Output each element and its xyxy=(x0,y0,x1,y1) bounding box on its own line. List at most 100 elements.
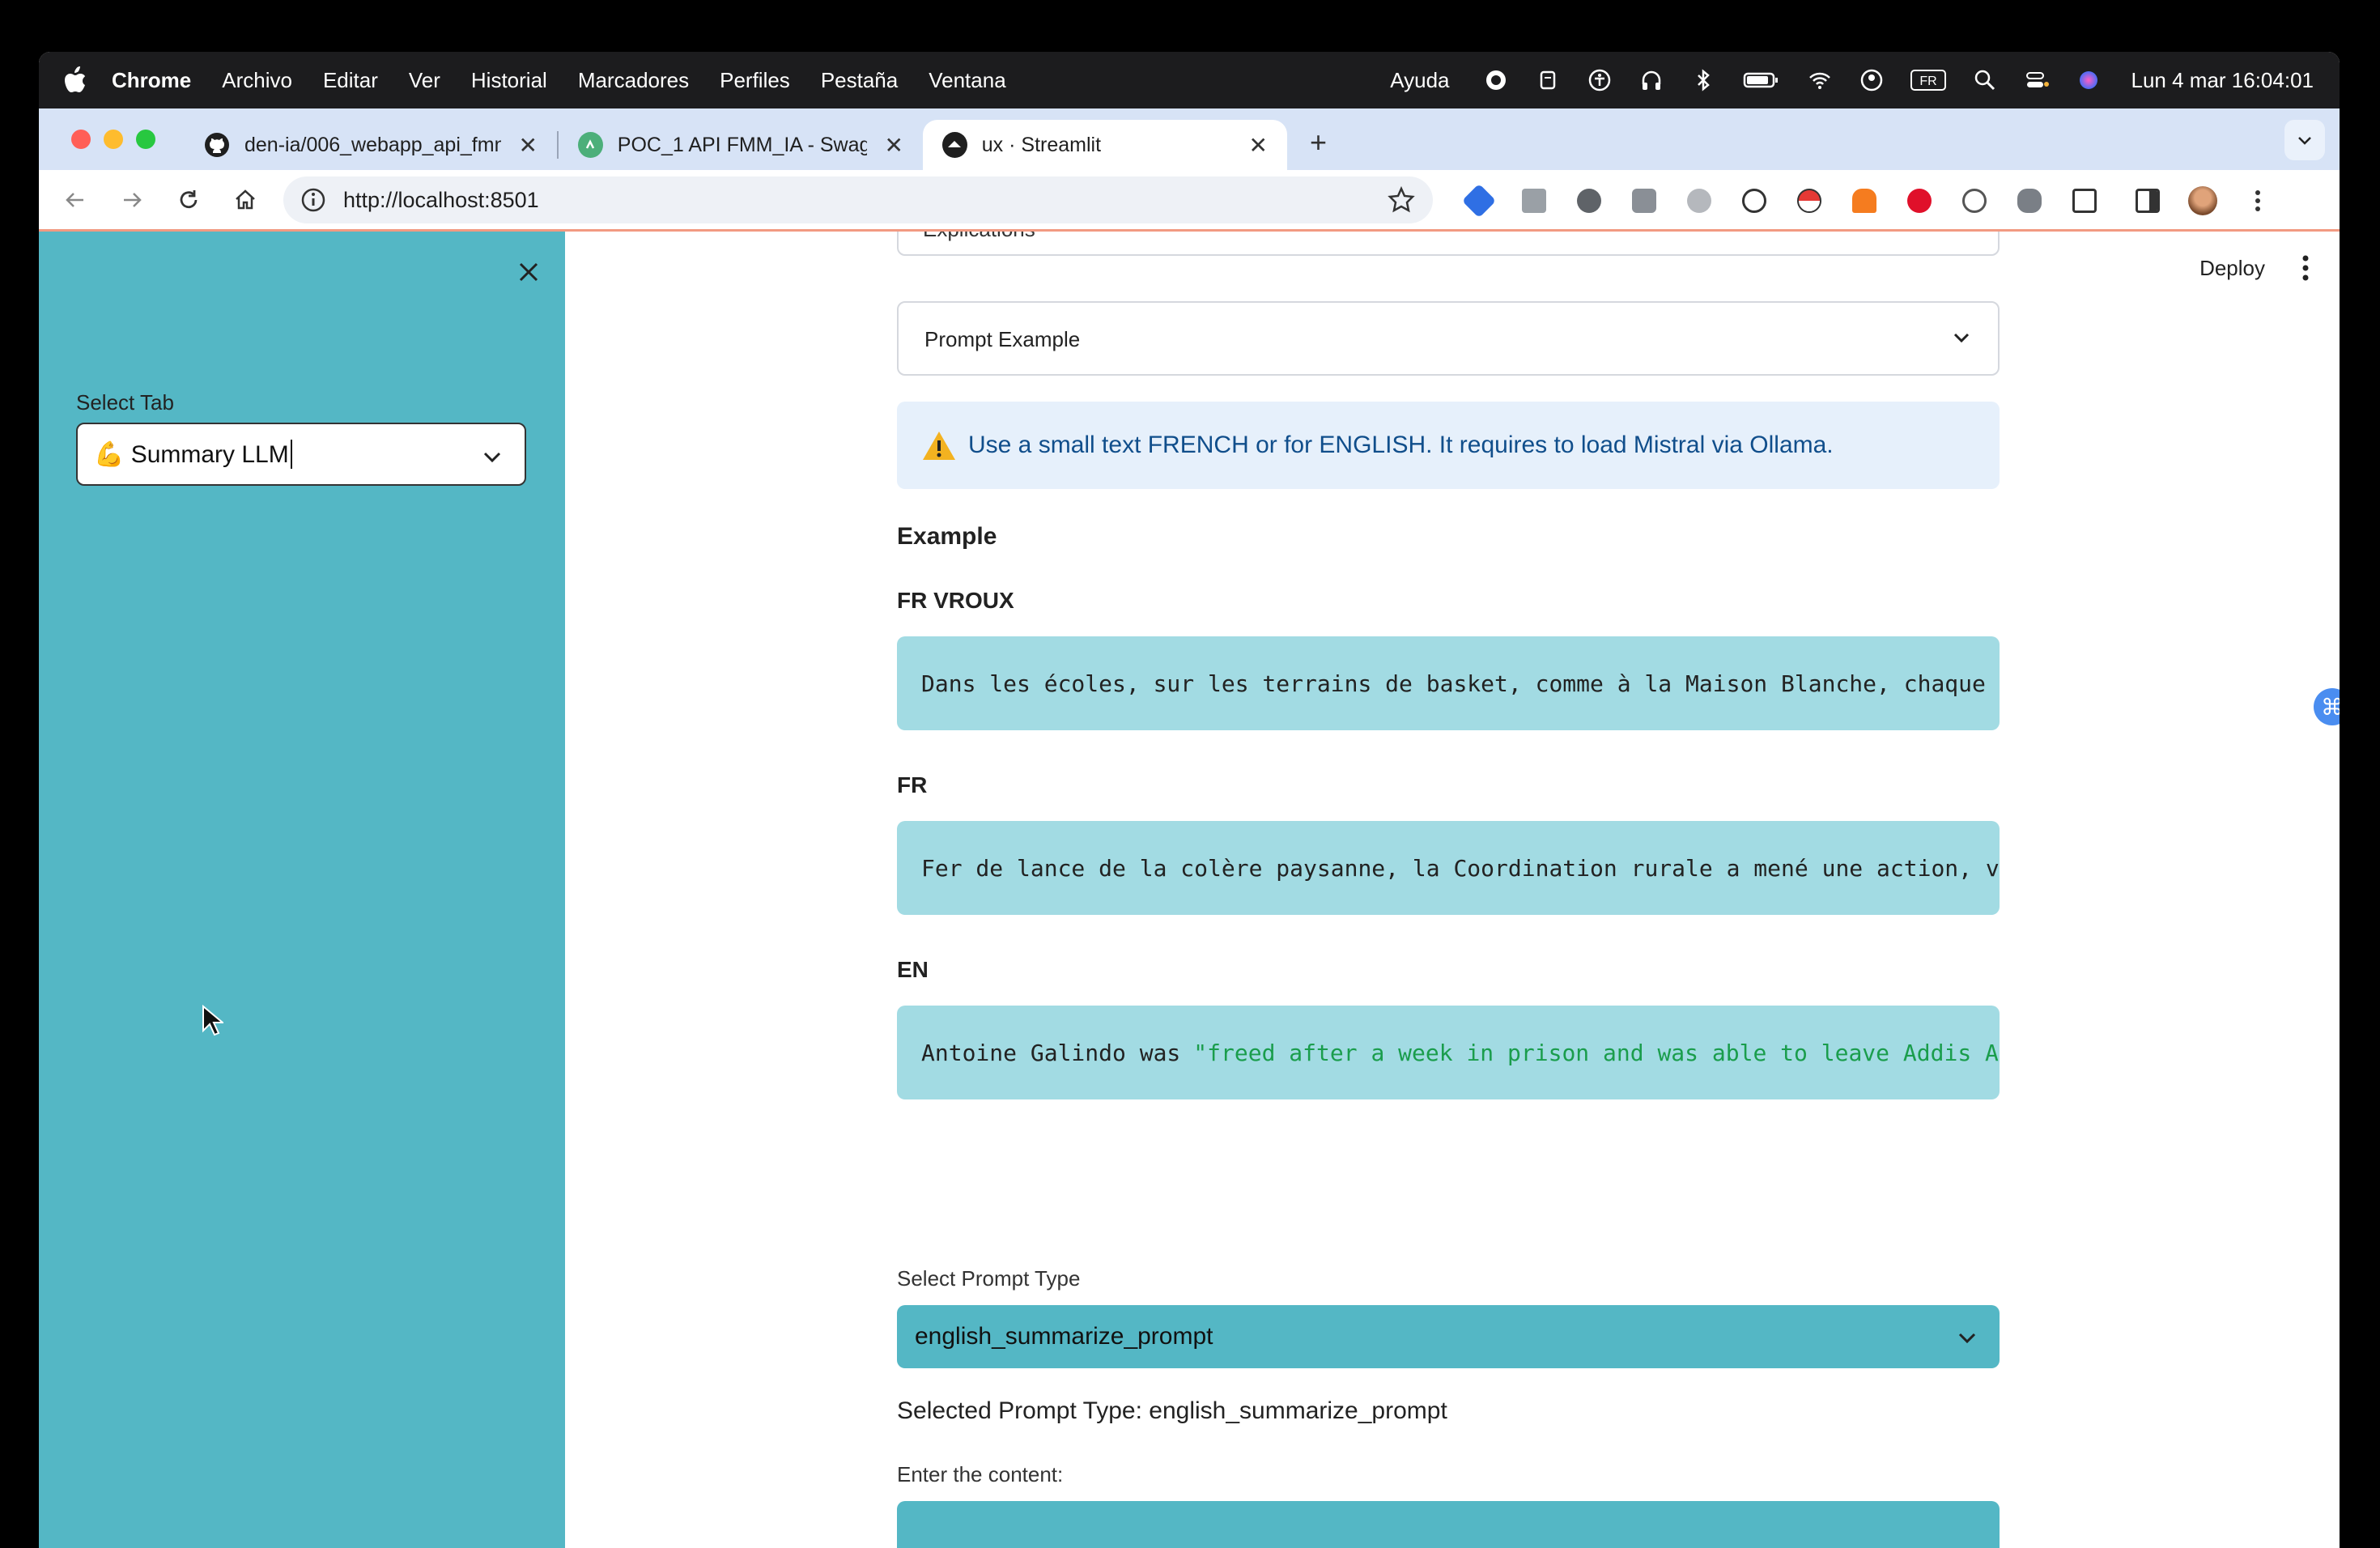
window-controls xyxy=(71,130,155,149)
code-text: Dans les écoles, sur les terrains de bas… xyxy=(921,670,2000,697)
prompt-type-select[interactable]: english_summarize_prompt xyxy=(897,1305,2000,1368)
more-menu-icon[interactable] xyxy=(2242,185,2273,216)
content-textarea[interactable] xyxy=(897,1501,2000,1548)
chevron-down-icon xyxy=(1958,1333,1976,1344)
menu-pestana[interactable]: Pestaña xyxy=(821,68,898,93)
selected-prompt-text: Selected Prompt Type: english_summarize_… xyxy=(897,1397,1447,1424)
apple-icon[interactable] xyxy=(39,66,112,94)
site-info-icon[interactable] xyxy=(300,186,327,214)
menu-historial[interactable]: Historial xyxy=(471,68,547,93)
code-block-en[interactable]: Antoine Galindo was "freed after a week … xyxy=(897,1006,2000,1099)
text-caret xyxy=(290,440,292,469)
wifi-icon[interactable] xyxy=(1806,66,1834,94)
accessibility-icon[interactable] xyxy=(1586,66,1613,94)
adblock-extension-icon[interactable] xyxy=(1904,185,1935,216)
input-source-label: FR xyxy=(1919,74,1936,88)
menu-marcadores[interactable]: Marcadores xyxy=(578,68,689,93)
close-tab-icon[interactable]: ✕ xyxy=(519,132,538,159)
deploy-button[interactable]: Deploy xyxy=(2199,256,2265,281)
github-icon xyxy=(204,132,230,158)
code-block-fr[interactable]: Fer de lance de la colère paysanne, la C… xyxy=(897,821,2000,915)
avatar[interactable] xyxy=(2187,185,2218,216)
tag-extension-icon[interactable] xyxy=(1461,183,1497,219)
pawn-extension-icon[interactable] xyxy=(1849,185,1880,216)
code-block-fr-vroux[interactable]: Dans les écoles, sur les terrains de bas… xyxy=(897,636,2000,730)
minimize-window-button[interactable] xyxy=(104,130,123,149)
arrow-left-icon xyxy=(66,192,83,207)
battery-icon[interactable] xyxy=(1741,66,1782,94)
chevron-down-icon xyxy=(483,452,501,463)
user-account-icon[interactable] xyxy=(1858,66,1885,94)
warning-icon xyxy=(923,432,955,460)
zoom-window-button[interactable] xyxy=(136,130,155,149)
browser-toolbar: http://localhost:8501 xyxy=(39,170,2340,232)
close-tab-icon[interactable]: ✕ xyxy=(1249,132,1268,159)
reload-button[interactable] xyxy=(160,176,217,224)
macos-menubar: Chrome Archivo Editar Ver Historial Marc… xyxy=(39,52,2340,108)
menu-perfiles[interactable]: Perfiles xyxy=(720,68,790,93)
tab-search-button[interactable] xyxy=(2284,120,2325,160)
camera-extension-icon[interactable] xyxy=(1629,185,1660,216)
select-tab-dropdown[interactable]: 💪 Summary LLM xyxy=(76,423,526,486)
mouse-pointer-icon xyxy=(202,1005,223,1036)
code-string: "freed after a week in prison and was ab… xyxy=(1193,1039,2000,1066)
back-button[interactable] xyxy=(47,176,104,224)
control-center-icon[interactable] xyxy=(2023,66,2051,94)
flower-extension-icon[interactable] xyxy=(1684,185,1715,216)
figure-icon[interactable] xyxy=(1534,66,1562,94)
recycle-extension-icon[interactable] xyxy=(1574,185,1604,216)
spotlight-search-icon[interactable] xyxy=(1971,66,1999,94)
content-label: Enter the content: xyxy=(897,1462,1064,1486)
menu-app-name[interactable]: Chrome xyxy=(112,68,191,93)
bitwarden-extension-icon[interactable] xyxy=(1519,185,1549,216)
menu-ver[interactable]: Ver xyxy=(409,68,440,93)
headphones-icon[interactable] xyxy=(1638,66,1665,94)
bug-extension-icon[interactable] xyxy=(2014,185,2045,216)
tab-github[interactable]: den-ia/006_webapp_api_fmn ✕ xyxy=(185,120,557,170)
menu-ventana[interactable]: Ventana xyxy=(929,68,1005,93)
reload-icon xyxy=(180,189,198,208)
fr-heading: FR xyxy=(897,772,928,797)
tab-title: POC_1 API FMM_IA - Swagge xyxy=(617,133,867,156)
address-bar[interactable]: http://localhost:8501 xyxy=(283,176,1433,223)
browser-window: Chrome Archivo Editar Ver Historial Marc… xyxy=(39,52,2340,1548)
home-button[interactable] xyxy=(217,176,274,224)
select-tab-label: Select Tab xyxy=(76,390,174,415)
input-source-icon[interactable]: FR xyxy=(1910,66,1947,94)
tab-title: den-ia/006_webapp_api_fmn xyxy=(244,133,501,156)
bookmark-star-icon[interactable] xyxy=(1388,186,1415,214)
shortcut-floating-icon[interactable]: ⌘ xyxy=(2314,688,2340,725)
explications-expander[interactable]: Explications xyxy=(897,232,2000,256)
record-icon[interactable] xyxy=(1482,66,1510,94)
prompt-example-label: Prompt Example xyxy=(924,327,1081,351)
main-menu-icon[interactable] xyxy=(2301,254,2310,282)
menu-archivo[interactable]: Archivo xyxy=(222,68,292,93)
clock[interactable]: Lun 4 mar 16:04:01 xyxy=(2131,68,2314,93)
warning-alert: Use a small text FRENCH or for ENGLISH. … xyxy=(897,402,2000,489)
prompt-example-expander[interactable]: Prompt Example xyxy=(897,301,2000,376)
forward-button[interactable] xyxy=(104,176,160,224)
openai-extension-icon[interactable] xyxy=(1959,185,1990,216)
menu-editar[interactable]: Editar xyxy=(323,68,378,93)
puzzle-extensions-icon[interactable] xyxy=(2069,185,2100,216)
close-sidebar-icon[interactable] xyxy=(512,256,545,288)
fr-vroux-heading: FR VROUX xyxy=(897,588,1014,613)
screen: Chrome Archivo Editar Ver Historial Marc… xyxy=(0,0,2380,1548)
side-panel-icon[interactable] xyxy=(2132,185,2163,216)
dark-mode-extension-icon[interactable] xyxy=(1739,185,1770,216)
en-heading: EN xyxy=(897,957,929,982)
url-text[interactable]: http://localhost:8501 xyxy=(343,188,539,213)
siri-icon[interactable] xyxy=(2075,66,2102,94)
menu-ayuda[interactable]: Ayuda xyxy=(1390,68,1449,93)
close-tab-icon[interactable]: ✕ xyxy=(885,132,903,159)
close-window-button[interactable] xyxy=(71,130,91,149)
alert-text: Use a small text FRENCH or for ENGLISH. … xyxy=(968,432,1834,458)
tab-swagger[interactable]: POC_1 API FMM_IA - Swagge ✕ xyxy=(559,120,923,170)
streamlit-page: Select Tab 💪 Summary LLM Deploy ⌘ Explic… xyxy=(39,232,2340,1548)
tab-streamlit[interactable]: ux · Streamlit ✕ xyxy=(923,120,1287,170)
new-tab-icon[interactable]: + xyxy=(1310,125,1327,159)
chevron-down-icon xyxy=(2298,137,2311,145)
tab-strip: den-ia/006_webapp_api_fmn ✕ POC_1 API FM… xyxy=(39,108,2340,170)
bluetooth-icon[interactable] xyxy=(1689,66,1717,94)
pokeball-extension-icon[interactable] xyxy=(1794,185,1825,216)
